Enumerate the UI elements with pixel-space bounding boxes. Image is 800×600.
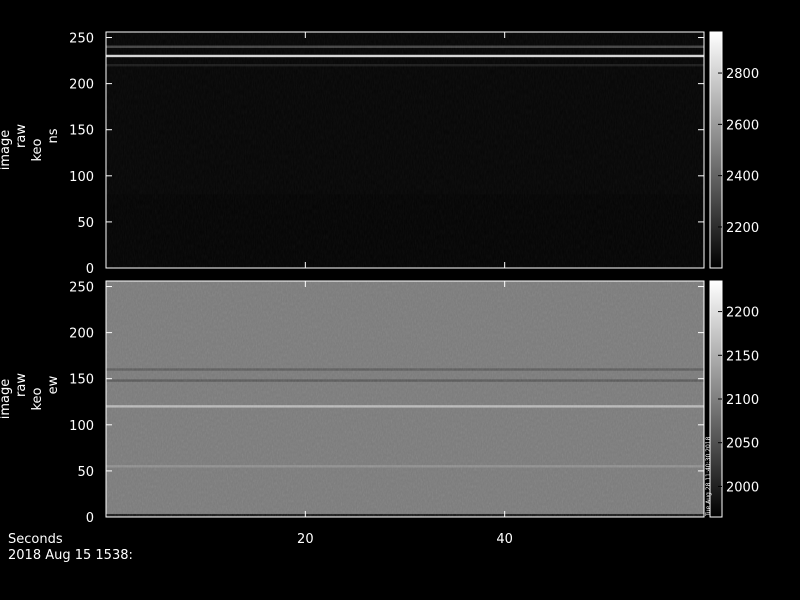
y-label-word: image xyxy=(0,130,13,171)
y-tick-label: 50 xyxy=(77,465,94,480)
y-tick-label: 150 xyxy=(69,373,94,388)
y-label-word: image xyxy=(0,379,13,420)
date-label: 2018 Aug 15 1538: xyxy=(8,548,133,563)
y-label-word: ns xyxy=(46,128,61,143)
colorbar-tick-label: 2200 xyxy=(726,306,759,321)
heatmap-ew-image xyxy=(106,281,704,517)
heatmap-ns-noise xyxy=(106,32,704,268)
keogram-figure: 050100150200250 image rawkeons 2200240026… xyxy=(0,31,759,563)
colorbar-tick-label: 2200 xyxy=(726,221,759,236)
y-label-word: keo xyxy=(30,138,45,161)
colorbar-tick-label: 2000 xyxy=(726,480,759,495)
colorbar-tick-label: 2400 xyxy=(726,170,759,185)
heatmap-ew-noise xyxy=(106,281,704,517)
x-axis-label: Seconds xyxy=(8,532,63,547)
colorbar-ew: 2000 2050 2100 2150 2200 Tue Aug 28 11:40:30… xyxy=(705,280,759,518)
y-tick-label: 200 xyxy=(69,327,94,342)
y-tick-label: 200 xyxy=(69,78,94,93)
colorbar-ns: 2200 2400 2600 2800 xyxy=(709,31,759,269)
colorbar-tick-label: 2100 xyxy=(726,393,759,408)
colorbar-tick-label: 2150 xyxy=(726,349,759,364)
y-tick-label: 0 xyxy=(86,511,94,526)
panel-ns: 0 50 100 150 200 250 image rawkeons 2200 2400 26… xyxy=(0,31,759,277)
colorbar-tick-label: 2050 xyxy=(726,437,759,452)
panel-ew: 0 50 100 150 200 250 image rawkeoew 2000 2050 21… xyxy=(0,280,759,526)
y-tick-label: 250 xyxy=(69,281,94,296)
y-tick-label: 150 xyxy=(69,124,94,139)
y-label-word: raw xyxy=(14,124,29,148)
side-timestamp: Tue Aug 28 11:40:30 2018 xyxy=(705,436,712,517)
y-tick-label: 0 xyxy=(86,262,94,277)
panel-ew-y-label: image rawkeoew xyxy=(0,373,61,420)
y-label-word: ew xyxy=(46,375,61,394)
x-tick-label: 40 xyxy=(496,532,513,547)
colorbar-tick-label: 2600 xyxy=(726,118,759,133)
y-label-word: keo xyxy=(30,387,45,410)
y-tick-label: 50 xyxy=(77,216,94,231)
x-tick-labels: 20 40 xyxy=(297,532,513,547)
x-tick-label: 20 xyxy=(297,532,314,547)
y-label-word: raw xyxy=(14,373,29,397)
y-tick-label: 100 xyxy=(69,170,94,185)
colorbar-ns-gradient xyxy=(709,31,723,269)
heatmap-ns-image xyxy=(106,32,704,268)
panel-ns-y-label: image rawkeons xyxy=(0,124,61,171)
colorbar-tick-label: 2800 xyxy=(726,67,759,82)
y-tick-label: 250 xyxy=(69,32,94,47)
y-tick-label: 100 xyxy=(69,419,94,434)
